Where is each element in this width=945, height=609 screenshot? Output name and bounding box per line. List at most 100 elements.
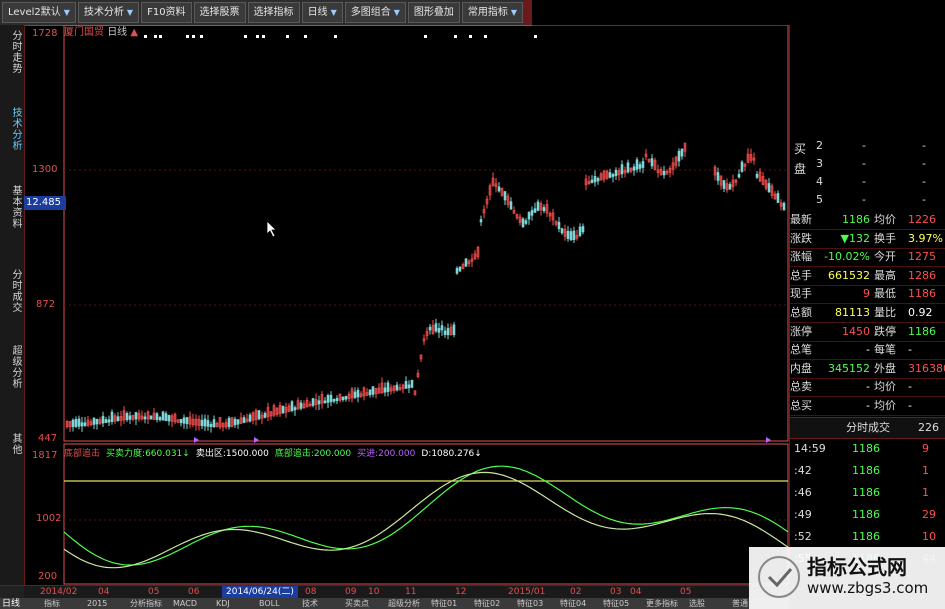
- tick-price: 1186: [852, 530, 880, 543]
- candle-body: [458, 266, 462, 272]
- toolbar-button-8[interactable]: 常用指标 ▼: [461, 2, 524, 23]
- left-tab-2[interactable]: 基本资料: [3, 185, 21, 229]
- candle-body: [83, 422, 87, 427]
- candle-body: [107, 419, 111, 423]
- toolbar-button-3[interactable]: 选择股票: [193, 2, 246, 23]
- toolbar-button-2[interactable]: F10资料: [141, 2, 192, 23]
- toolbar-button-5[interactable]: 日线 ▼: [301, 2, 343, 23]
- left-tab-1[interactable]: 技术分析: [3, 107, 21, 151]
- period-label: 日线: [107, 27, 128, 38]
- candle-body: [356, 389, 360, 398]
- candle-body: [128, 415, 132, 420]
- left-tab-4[interactable]: 超级分析: [3, 345, 21, 389]
- status-tab[interactable]: 特征04: [560, 598, 586, 609]
- status-tab[interactable]: 选股: [689, 598, 705, 609]
- dropdown-arrow-icon: ▼: [63, 8, 70, 17]
- price-tick-high: 1728: [32, 28, 58, 39]
- status-tab[interactable]: 指标: [44, 598, 60, 609]
- quote-value-1: 9: [863, 287, 870, 301]
- status-tab[interactable]: 特征02: [474, 598, 500, 609]
- purple-marker-icon: [766, 437, 771, 443]
- candle-body: [293, 407, 297, 411]
- candle-body: [263, 412, 267, 418]
- status-period-label[interactable]: 日线: [2, 598, 20, 609]
- tick-header-label: 分时成交: [846, 421, 890, 434]
- indicator-item-3: 买进:200.000: [357, 449, 415, 459]
- status-tab[interactable]: 超级分析: [388, 598, 420, 609]
- status-tab[interactable]: MACD: [173, 598, 197, 609]
- status-tab[interactable]: 2015: [87, 598, 107, 609]
- candle-body: [722, 180, 726, 189]
- candle-body: [614, 169, 618, 176]
- candle-body: [167, 414, 171, 422]
- status-tab[interactable]: 技术: [302, 598, 318, 609]
- status-tab[interactable]: KDJ: [216, 598, 230, 609]
- tick-header[interactable]: 分时成交 226: [790, 417, 945, 439]
- quote-panel: 买盘 2--3--4--5-- 最新 1186 均价 1226 涨跌 ▼132 换手 3.97…: [789, 25, 945, 585]
- chart-area[interactable]: 1728 1300 872 447 12.485 厦门国贸 日线 ▲ 底部追击买…: [24, 24, 789, 585]
- candle-body: [767, 183, 771, 193]
- quote-row: 现手 9 最低 1186: [790, 285, 945, 305]
- candle-body: [740, 161, 744, 172]
- status-tab[interactable]: BOLL: [259, 598, 280, 609]
- status-tab[interactable]: 分析指标: [130, 598, 162, 609]
- indicator-item-value: 1080.276↓: [431, 449, 482, 459]
- candle-body: [428, 326, 432, 331]
- toolbar-button-7[interactable]: 图形叠加: [407, 2, 460, 23]
- candle-body: [410, 379, 414, 388]
- status-tab[interactable]: 普通: [732, 598, 748, 609]
- quote-row: 总买 - 均价 -: [790, 397, 945, 416]
- candle-body: [578, 226, 582, 236]
- quote-value-1: -: [866, 399, 870, 412]
- candle-body: [611, 174, 615, 177]
- quote-value-2: 316380: [908, 361, 945, 375]
- level-number: 2: [816, 139, 823, 152]
- tick-volume: 1: [922, 464, 929, 477]
- level-volume: -: [922, 193, 926, 206]
- tick-time: 14:59: [794, 442, 826, 455]
- left-tab-0[interactable]: 分时走势: [3, 30, 21, 74]
- toolbar-button-0[interactable]: Level2默认 ▼: [2, 2, 76, 23]
- tick-price: 1186: [852, 486, 880, 499]
- candle-body: [299, 402, 303, 409]
- left-vertical-tabs: 分时走势技术分析基本资料分时成交超级分析其他: [0, 25, 25, 585]
- candle-body: [680, 148, 684, 157]
- candle-body: [440, 325, 444, 331]
- quote-label-2: 最高: [874, 268, 896, 282]
- candle-body: [620, 164, 624, 175]
- indicator-item-label: 底部追击:: [274, 449, 314, 459]
- toolbar-button-6[interactable]: 多图组合 ▼: [344, 2, 406, 23]
- purple-marker-icon: [254, 437, 259, 443]
- candle-body: [569, 231, 573, 241]
- quote-value-1: 1450: [842, 324, 870, 338]
- left-tab-3[interactable]: 分时成交: [3, 269, 21, 313]
- toolbar-button-1[interactable]: 技术分析 ▼: [77, 2, 140, 23]
- left-tab-5[interactable]: 其他: [3, 433, 21, 455]
- quote-row: 总卖 - 均价 -: [790, 378, 945, 398]
- quote-row: 总额 81113 量比 0.92: [790, 304, 945, 323]
- candle-body: [446, 328, 450, 336]
- quote-label-1: 总卖: [790, 380, 812, 394]
- indicator-tick-low: 200: [38, 571, 58, 582]
- quote-label-1: 最新: [790, 213, 812, 226]
- status-tab[interactable]: 特征03: [517, 598, 543, 609]
- quote-value-1: ▼132: [840, 231, 870, 245]
- status-tab[interactable]: 更多指标: [646, 598, 678, 609]
- status-tab[interactable]: 特征05: [603, 598, 629, 609]
- purple-marker-icon: [194, 437, 199, 443]
- current-price-flag: 12.485: [24, 196, 66, 210]
- candlestick-chart[interactable]: [24, 24, 789, 585]
- candle-body: [635, 159, 639, 170]
- price-tick-low: 447: [38, 433, 58, 444]
- toolbar-button-4[interactable]: 选择指标: [247, 2, 300, 23]
- tick-row: :42 1186 1: [790, 461, 945, 481]
- status-tab[interactable]: 买卖点: [345, 598, 369, 609]
- candle-body: [383, 387, 387, 393]
- quote-label-1: 总额: [790, 306, 812, 319]
- indicator-name: 底部追击: [64, 449, 101, 459]
- indicator-item-1: 卖出区:1500.000: [196, 449, 269, 459]
- status-tab[interactable]: 特征01: [431, 598, 457, 609]
- tick-time: :46: [794, 486, 812, 499]
- candle-body: [503, 191, 507, 201]
- price-tick-3: 872: [36, 299, 56, 310]
